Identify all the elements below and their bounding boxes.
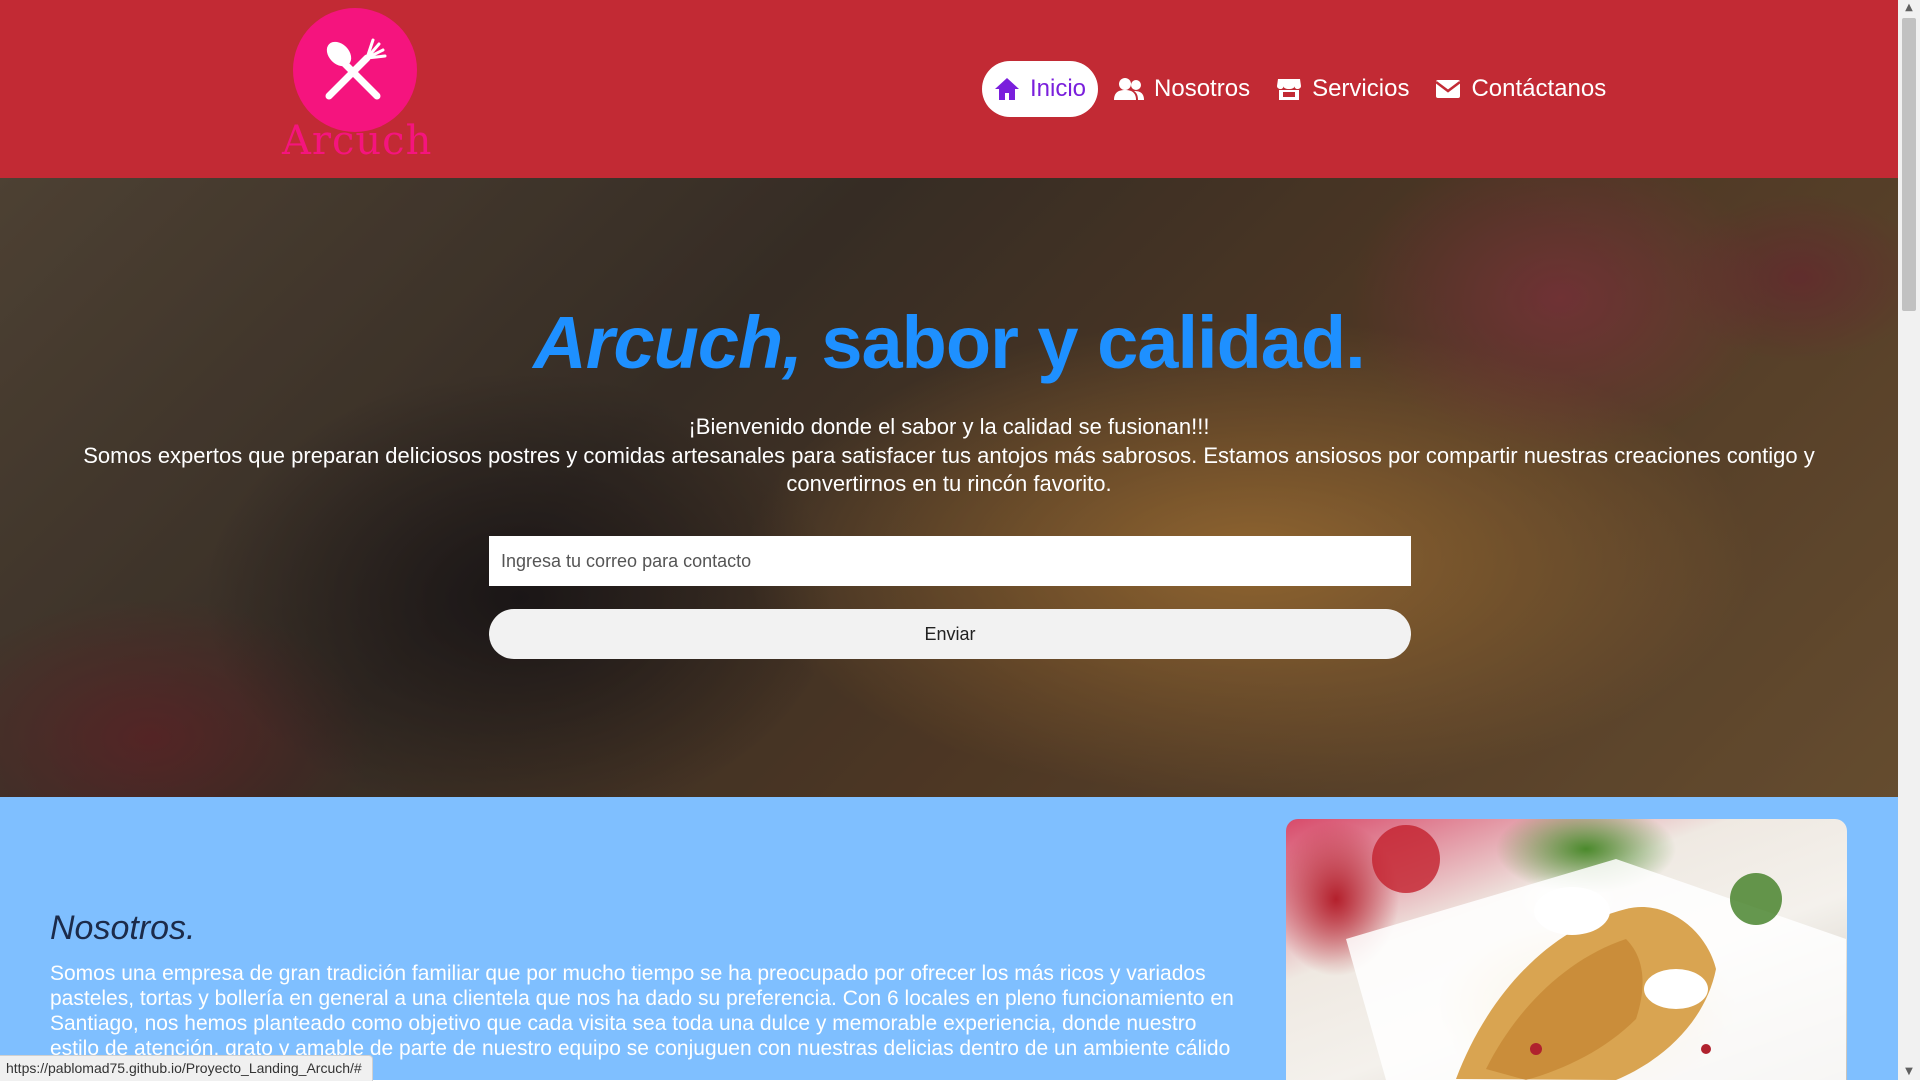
nav-item-nosotros[interactable]: Nosotros: [1104, 61, 1260, 117]
nav-item-inicio[interactable]: Inicio: [982, 61, 1099, 117]
scroll-up-arrow-icon[interactable]: ▲: [1898, 0, 1920, 16]
about-image: [1286, 819, 1847, 1080]
envelope-icon: [1435, 78, 1462, 100]
nav-label: Nosotros: [1154, 75, 1251, 102]
logo-text: Arcuch: [282, 118, 433, 164]
nav-label: Contáctanos: [1471, 75, 1607, 102]
about-title: Nosotros.: [50, 909, 196, 947]
home-icon: [994, 77, 1020, 101]
main-nav: Inicio Nosotros Servicios Contáctanos: [982, 61, 1622, 117]
hero-title: Arcuch, sabor y calidad.: [0, 300, 1898, 385]
logo-badge: [293, 8, 417, 132]
nav-label: Servicios: [1312, 75, 1410, 102]
site-header: Arcuch Inicio Nosotros Servicios Contáct…: [0, 0, 1898, 178]
hero-title-brand: Arcuch,: [533, 301, 803, 384]
hero-description: Somos expertos que preparan deliciosos p…: [83, 443, 1815, 496]
scrollbar[interactable]: ▲ ▼: [1898, 0, 1920, 1080]
hero-title-rest: sabor y calidad.: [821, 301, 1365, 384]
scroll-down-arrow-icon[interactable]: ▼: [1898, 1064, 1920, 1080]
scroll-thumb[interactable]: [1902, 18, 1916, 311]
about-section: Nosotros. Somos una empresa de gran trad…: [0, 797, 1898, 1085]
utensils-icon: [325, 38, 387, 100]
hero-welcome: ¡Bienvenido donde el sabor y la calidad …: [688, 414, 1210, 439]
nav-item-contactanos[interactable]: Contáctanos: [1425, 61, 1616, 117]
status-bar-url: https://pablomad75.github.io/Proyecto_La…: [0, 1055, 373, 1081]
users-icon: [1114, 77, 1145, 101]
logo[interactable]: Arcuch: [282, 6, 432, 166]
nav-label: Inicio: [1030, 75, 1087, 102]
email-input[interactable]: [489, 536, 1411, 586]
nav-item-servicios[interactable]: Servicios: [1266, 61, 1419, 117]
send-button[interactable]: Enviar: [489, 609, 1411, 659]
hero-section: Arcuch, sabor y calidad. ¡Bienvenido don…: [0, 178, 1898, 797]
store-icon: [1276, 77, 1302, 101]
